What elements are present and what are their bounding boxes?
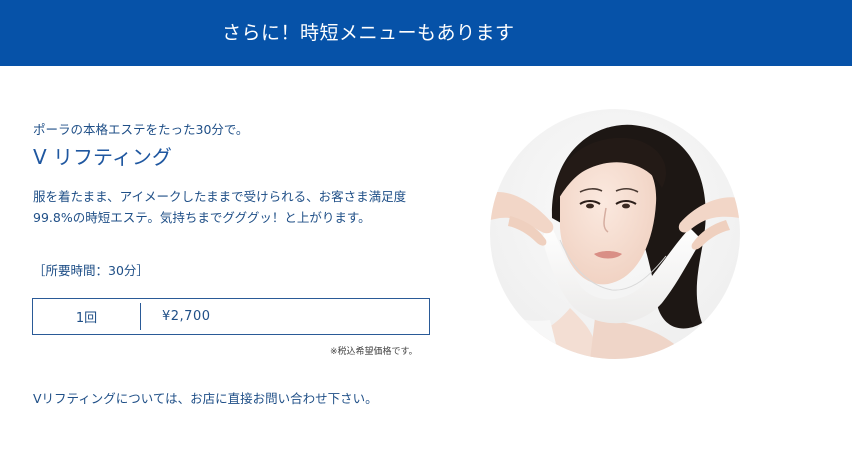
price-count-cell: 1回 [33, 303, 141, 330]
contact-note: Vリフティングについては、お店に直接お問い合わせ下さい。 [33, 391, 378, 406]
tax-note: ※税込希望価格です。 [330, 347, 418, 357]
menu-title: V リフティング [33, 145, 172, 169]
v-lifting-photo [490, 109, 740, 359]
price-table: 1回 ¥2,700 [32, 298, 430, 335]
menu-description: 服を着たまま、アイメークしたままで受けられる、お客さま満足度99.8%の時短エス… [33, 189, 407, 225]
menu-lead-text: ポーラの本格エステをたった30分で。 [33, 122, 249, 137]
header-banner: さらに！時短メニューもあります [0, 0, 852, 66]
price-value-cell: ¥2,700 [162, 309, 211, 324]
menu-duration: ［所要時間：30分］ [33, 263, 149, 278]
banner-title: さらに！時短メニューもあります [222, 22, 515, 44]
